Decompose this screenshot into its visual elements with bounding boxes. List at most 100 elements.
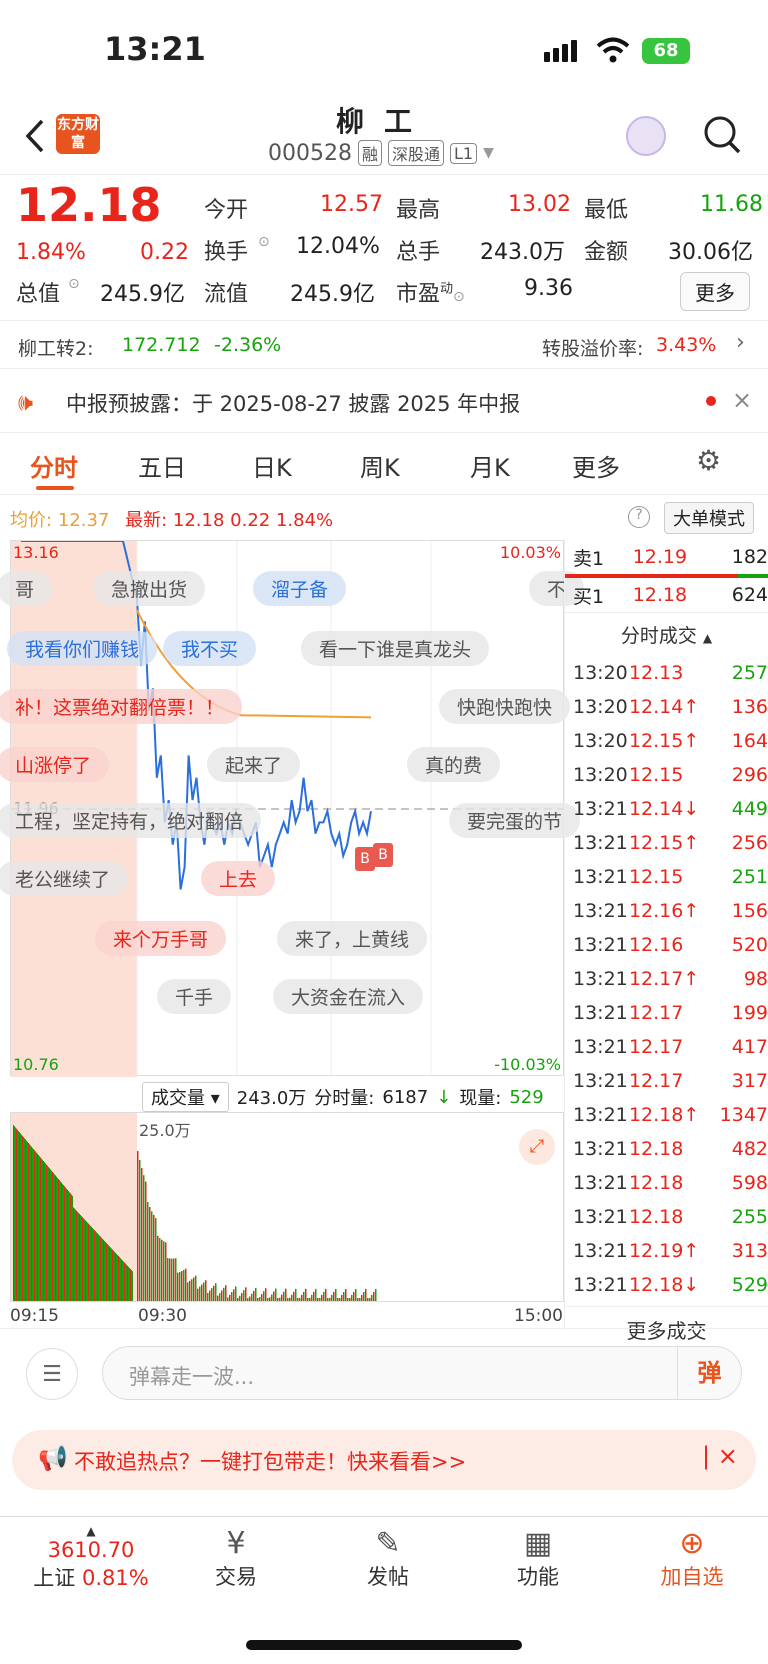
nav-post[interactable]: ✎ 发帖 [358, 1526, 418, 1591]
robot-assistant-icon[interactable] [626, 116, 666, 156]
danmaku-bubble[interactable]: 工程，坚定持有，绝对翻倍 [0, 803, 262, 838]
volume-bar [217, 1295, 219, 1301]
danmaku-bubble[interactable]: 补！这票绝对翻倍票！！ [0, 689, 243, 724]
danmaku-bubble[interactable]: 快跑快跑快 [439, 689, 571, 724]
volume-total: 243.0万 [236, 1088, 307, 1109]
notice-text[interactable]: 中报预披露：于 2025-08-27 披露 2025 年中报 [66, 388, 520, 418]
volume-bar [321, 1294, 323, 1301]
trade-time: 13:21 [573, 1172, 628, 1194]
danmaku-bubble[interactable]: 山涨停了 [0, 747, 110, 782]
buy-marker-icon[interactable]: B [355, 847, 375, 871]
expand-icon[interactable]: ⤢ [519, 1129, 555, 1165]
volume-bar [51, 1170, 52, 1301]
tab-monthly[interactable]: 月K [470, 448, 510, 483]
tab-weekly[interactable]: 周K [360, 448, 400, 483]
volume-chart[interactable]: 25.0万 ⤢ [10, 1112, 564, 1302]
trade-row: 13:21 12.17 199 [573, 996, 768, 1030]
info-icon[interactable]: ⊙ [68, 276, 80, 292]
chevron-down-icon[interactable]: ▼ [483, 145, 494, 161]
danmaku-bubble[interactable]: 大资金在流入 [273, 979, 424, 1014]
danmaku-bubble[interactable]: 看一下谁是真龙头 [301, 631, 490, 666]
tab-more[interactable]: 更多 [572, 448, 620, 483]
danmaku-bubble[interactable]: 溜子备 [253, 571, 347, 606]
danmaku-bubble[interactable]: 急撤出货 [93, 571, 206, 606]
close-icon[interactable]: × [732, 386, 752, 414]
volume-bar [104, 1240, 105, 1301]
chevron-right-icon[interactable]: › [736, 330, 745, 355]
volume-bar [101, 1237, 102, 1301]
volume-bar [27, 1141, 28, 1301]
trade-row: 13:21 12.19↑ 313 [573, 1234, 768, 1268]
volume-bar [211, 1288, 213, 1301]
volume-bar [23, 1137, 24, 1301]
danmaku-bubble[interactable]: 老公继续了 [0, 861, 129, 896]
danmaku-bubble[interactable]: 我不买 [163, 631, 257, 666]
volume-indicator-select[interactable]: 成交量 ▾ [142, 1082, 229, 1112]
volume-bar [145, 1181, 147, 1301]
danmaku-bubble[interactable]: 千手 [157, 979, 232, 1014]
volume-bar [185, 1268, 187, 1301]
trade-row: 13:21 12.17 417 [573, 1030, 768, 1064]
volume-bar [131, 1270, 132, 1301]
promo-banner[interactable]: 📢 不敢追热点？一键打包带走！快来看看>> | × [12, 1430, 756, 1490]
trade-price: 12.17↑ [628, 968, 700, 990]
trades-title[interactable]: 分时成交 ▲ [565, 613, 768, 656]
tab-daily[interactable]: 日K [252, 448, 292, 483]
price-chart[interactable]: 13.16 11.96 10.76 10.03% -10.03% 哥 急撤出货 … [0, 540, 585, 1077]
danmaku-toggle-button[interactable]: 弹 [677, 1347, 741, 1399]
bond-name[interactable]: 柳工转2: [18, 334, 94, 361]
volume-bar [108, 1245, 109, 1301]
comment-input[interactable]: 弹幕走一波... 弹 [102, 1346, 742, 1400]
nav-function[interactable]: ▦ 功能 [508, 1526, 568, 1591]
volume-bar [35, 1151, 36, 1301]
gear-icon[interactable]: ⚙ [696, 444, 721, 477]
volume-bar [21, 1134, 22, 1301]
volume-bar [29, 1144, 30, 1301]
danmaku-bubble[interactable]: 要完蛋的节 [449, 803, 581, 838]
big-order-mode-button[interactable]: 大单模式 [664, 502, 754, 534]
danmaku-bubble[interactable]: 哥 [0, 571, 53, 606]
tab-intraday[interactable]: 分时 [30, 448, 78, 483]
more-trades-button[interactable]: 更多成交 [565, 1307, 768, 1344]
wifi-icon [596, 37, 630, 63]
danmaku-bubble[interactable]: 来个万手哥 [95, 921, 227, 956]
volume-bar [58, 1179, 59, 1301]
danmaku-bubble[interactable]: 上去 [201, 861, 276, 896]
volume-bar [279, 1297, 281, 1301]
volume-bar [100, 1236, 101, 1301]
volume-bar [215, 1283, 217, 1301]
help-icon[interactable]: ? [628, 506, 650, 528]
close-icon[interactable]: | × [702, 1442, 738, 1470]
volume-bar [39, 1156, 40, 1301]
volume-bar [24, 1138, 25, 1301]
nav-add-watchlist[interactable]: ⊕ 加自选 [654, 1526, 730, 1591]
volume-bar [325, 1288, 327, 1301]
mktcap-label: 总值 [16, 282, 61, 307]
danmaku-bubble[interactable]: 真的费 [407, 747, 501, 782]
more-quote-button[interactable]: 更多 [680, 272, 750, 311]
nav-trade[interactable]: ¥ 交易 [206, 1526, 266, 1591]
index-ticker[interactable]: ▲ 3610.70 上证 0.81% [26, 1524, 156, 1592]
danmaku-bubble[interactable]: 来了，上黄线 [277, 921, 428, 956]
trade-time: 13:21 [573, 832, 628, 854]
volume-bar [109, 1246, 110, 1301]
trade-time: 13:21 [573, 1002, 628, 1024]
danmaku-bubble[interactable]: 我看你们赚钱 [7, 631, 158, 666]
volume-bar [17, 1129, 18, 1301]
buy-marker-icon[interactable]: B [373, 843, 393, 867]
volume-bar [93, 1229, 94, 1301]
volume-bar [173, 1258, 175, 1301]
volume-bar [130, 1268, 131, 1301]
volume-bar [41, 1158, 42, 1301]
trade-price: 12.15 [628, 764, 684, 786]
tab-5day[interactable]: 五日 [138, 448, 186, 483]
volume-bar [369, 1297, 371, 1301]
danmaku-settings-icon[interactable]: ☰ [26, 1348, 78, 1400]
volume-bar [65, 1187, 66, 1301]
y-bottom-label: 10.76 [13, 1055, 59, 1074]
volume-bar [365, 1288, 367, 1301]
trades-list: 13:20 12.13 257 13:20 12.14↑ 136 13:20 12.15↑ 16… [565, 656, 768, 1302]
search-icon[interactable] [702, 114, 742, 156]
info-icon[interactable]: ⊙ [258, 234, 270, 250]
danmaku-bubble[interactable]: 起来了 [207, 747, 301, 782]
